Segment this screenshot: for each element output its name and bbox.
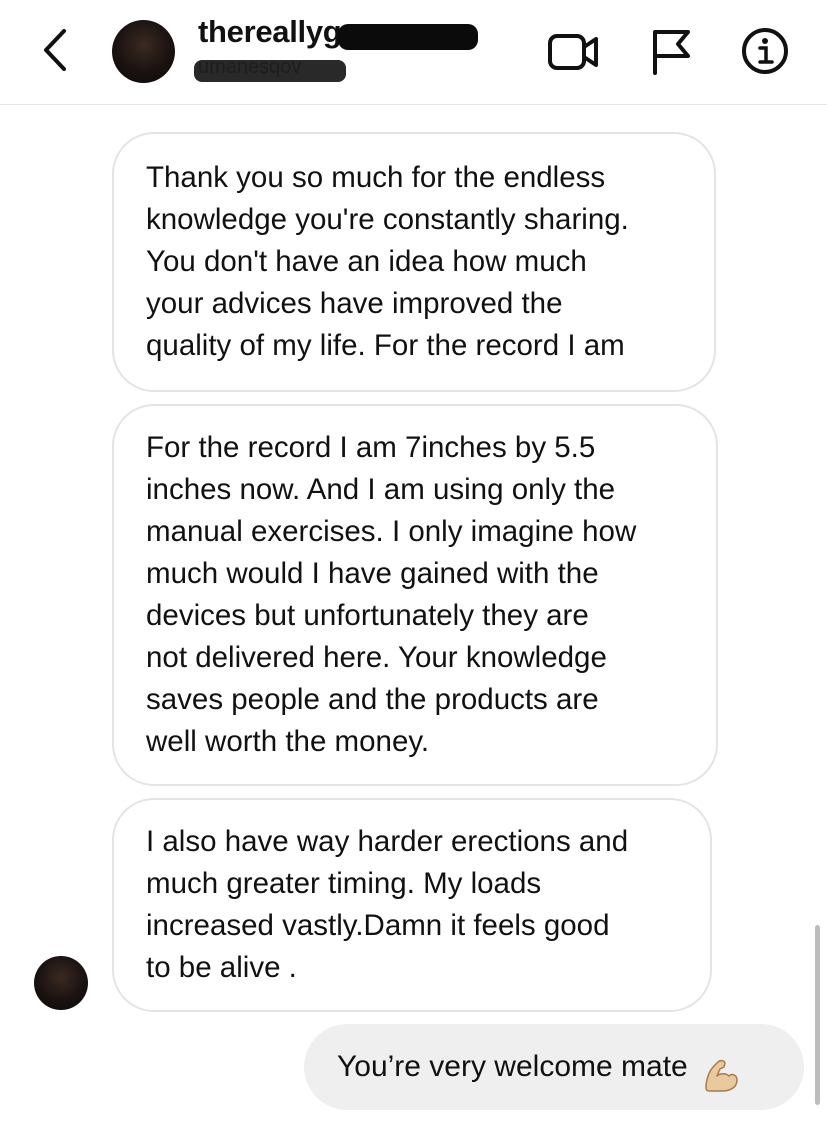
message-line: saves people and the products are <box>146 683 599 716</box>
chevron-left-icon <box>44 29 66 71</box>
redaction-mark <box>338 24 478 50</box>
sender-avatar[interactable] <box>34 956 88 1010</box>
message-line: knowledge you're constantly sharing. <box>146 203 629 236</box>
message-line: inches now. And I am using only the <box>146 473 616 506</box>
chat-header: thereallyg umanesqov <box>0 0 827 105</box>
report-button[interactable] <box>648 27 694 75</box>
message-line: not delivered here. Your knowledge <box>146 641 607 674</box>
message-line: quality of my life. For the record I am <box>146 329 625 362</box>
video-call-button[interactable] <box>546 30 602 74</box>
message-bubble[interactable]: Thank you so much for the endless knowle… <box>112 132 716 392</box>
message-line: much would I have gained with the <box>146 557 599 590</box>
message-line: You don't have an idea how much <box>146 245 587 278</box>
redaction-mark <box>194 60 346 82</box>
message-line: For the record I am 7inches by 5.5 <box>146 431 596 464</box>
back-button[interactable] <box>34 24 78 76</box>
message-line: much greater timing. My loads <box>146 867 542 900</box>
reply-bubble[interactable]: You’re very welcome mate <box>304 1024 804 1110</box>
info-button[interactable] <box>740 26 790 76</box>
flexed-biceps-icon <box>700 1044 740 1092</box>
message-line: Thank you so much for the endless <box>146 161 606 194</box>
message-line: devices but unfortunately they are <box>146 599 589 632</box>
video-camera-icon <box>548 34 598 70</box>
message-line: well worth the money. <box>146 725 430 758</box>
message-line: to be alive . <box>146 951 297 984</box>
message-line: I also have way harder erections and <box>146 825 629 858</box>
scrollbar[interactable] <box>815 925 820 1105</box>
message-bubble[interactable]: For the record I am 7inches by 5.5 inche… <box>112 404 718 786</box>
reply-text: You’re very welcome mate <box>337 1050 688 1083</box>
message-bubble[interactable]: I also have way harder erections and muc… <box>112 798 712 1012</box>
contact-username[interactable]: thereallyg <box>198 14 342 50</box>
message-line: your advices have improved the <box>146 287 563 320</box>
info-icon <box>742 28 788 74</box>
contact-avatar[interactable] <box>112 20 175 83</box>
flag-icon <box>653 30 690 75</box>
message-line: increased vastly.Damn it feels good <box>146 909 610 942</box>
message-line: manual exercises. I only imagine how <box>146 515 637 548</box>
